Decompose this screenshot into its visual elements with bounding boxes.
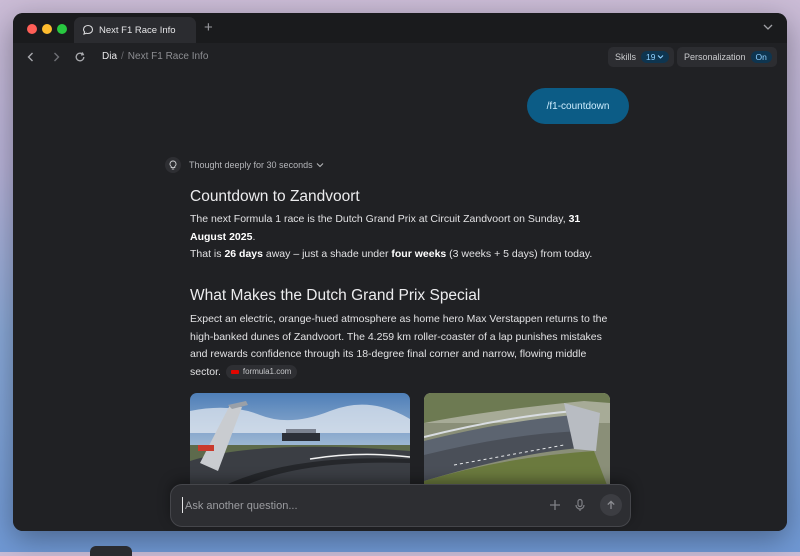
- thought-label: Thought deeply for 30 seconds: [189, 160, 313, 170]
- weeks-count: four weeks: [391, 248, 447, 260]
- voice-input-button[interactable]: [573, 498, 587, 512]
- tab-bar: Next F1 Race Info +: [13, 13, 787, 43]
- photo-image: [190, 393, 410, 493]
- skills-button[interactable]: Skills 19: [608, 47, 675, 67]
- user-message: /f1-countdown: [546, 100, 610, 112]
- close-window-button[interactable]: [27, 24, 37, 34]
- zandvoort-corner-photo[interactable]: [424, 393, 610, 493]
- text-span: away – just a shade under: [262, 248, 392, 260]
- skills-label: Skills: [615, 52, 637, 62]
- back-button[interactable]: [25, 51, 37, 63]
- days-count: 26 days: [224, 248, 263, 260]
- section-heading: What Makes the Dutch Grand Prix Special: [190, 287, 481, 304]
- ask-input-bar: [170, 484, 631, 527]
- skills-count: 19: [646, 52, 656, 62]
- reload-button[interactable]: [74, 51, 86, 63]
- minimize-window-button[interactable]: [42, 24, 52, 34]
- tab-title: Next F1 Race Info: [99, 24, 176, 36]
- text-span: That is: [190, 248, 225, 260]
- plus-icon: [550, 500, 560, 510]
- user-message-bubble: /f1-countdown: [527, 88, 629, 124]
- text-caret: [182, 497, 183, 513]
- mic-icon: [575, 498, 585, 511]
- chat-bubble-icon: [82, 24, 94, 36]
- breadcrumb-root[interactable]: Dia: [102, 51, 117, 62]
- countdown-paragraph: The next Formula 1 race is the Dutch Gra…: [190, 211, 614, 264]
- photo-image: [424, 393, 610, 493]
- text-span: (3 weeks + 5 days) from today.: [446, 248, 593, 260]
- personalization-state-badge: On: [750, 51, 772, 63]
- send-button[interactable]: [600, 494, 622, 516]
- zandvoort-banking-photo[interactable]: [190, 393, 410, 493]
- thought-toggle[interactable]: Thought deeply for 30 seconds: [165, 157, 324, 173]
- lightbulb-icon: [165, 157, 181, 173]
- plus-icon: +: [204, 19, 213, 36]
- browser-window: Next F1 Race Info + Dia / Next F1 Race Inf…: [13, 13, 787, 531]
- breadcrumb: Dia / Next F1 Race Info: [102, 51, 208, 62]
- chat-content: /f1-countdown Thought deeply for 30 seco…: [13, 71, 787, 531]
- forward-icon: [54, 52, 60, 62]
- forward-button[interactable]: [50, 51, 62, 63]
- personalization-label: Personalization: [684, 52, 746, 62]
- chevron-down-icon: [763, 24, 773, 30]
- reload-icon: [75, 52, 85, 62]
- new-tab-button[interactable]: +: [204, 20, 213, 35]
- section-heading: Countdown to Zandvoort: [190, 188, 360, 205]
- skills-count-badge: 19: [641, 51, 670, 63]
- dock-item: [90, 546, 132, 556]
- f1-logo-icon: [230, 369, 239, 374]
- source-citation[interactable]: formula1.com: [225, 364, 298, 379]
- toolbar: Dia / Next F1 Race Info Skills 19 Personal…: [13, 43, 787, 71]
- send-arrow-icon: [607, 500, 615, 509]
- special-paragraph: Expect an electric, orange-hued atmosphe…: [190, 311, 614, 381]
- add-attachment-button[interactable]: [548, 498, 562, 512]
- breadcrumb-page: Next F1 Race Info: [127, 51, 209, 62]
- source-label: formula1.com: [242, 366, 292, 376]
- breadcrumb-separator: /: [121, 51, 124, 62]
- tab-active[interactable]: Next F1 Race Info: [74, 17, 196, 43]
- chevron-down-icon: [316, 161, 324, 169]
- ask-input[interactable]: [183, 496, 527, 516]
- text-span: .: [252, 230, 256, 243]
- maximize-window-button[interactable]: [57, 24, 67, 34]
- tab-overview-button[interactable]: [763, 23, 773, 31]
- text-span: The next Formula 1 race is the Dutch Gra…: [190, 213, 569, 225]
- chevron-down-icon: [658, 55, 664, 59]
- back-icon: [27, 52, 33, 62]
- personalization-toggle[interactable]: Personalization On: [677, 47, 777, 67]
